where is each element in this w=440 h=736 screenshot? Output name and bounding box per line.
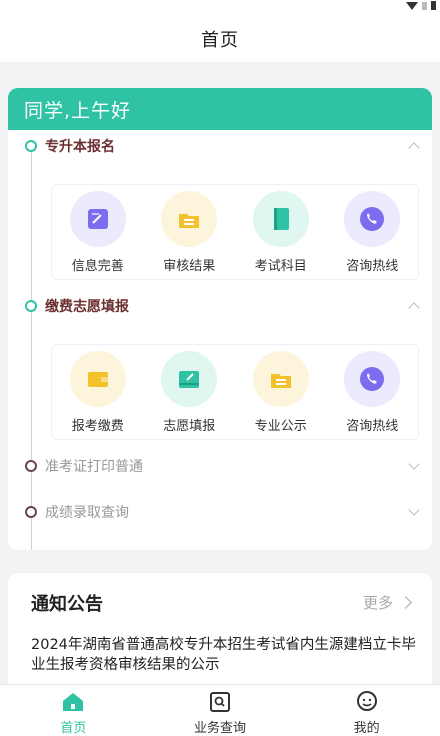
- tile-hotline[interactable]: 咨询热线: [332, 190, 412, 274]
- payment-panel: 报考缴费 志愿填报 专业公示 咨询热线: [51, 344, 419, 440]
- tile-hotline-2[interactable]: 咨询热线: [332, 350, 412, 434]
- top-nav: 首页: [0, 16, 440, 62]
- tab-mine[interactable]: 我的: [293, 685, 440, 736]
- page-title: 首页: [201, 30, 239, 51]
- application-card: 同学,上午好 专升本报名 信息完善 审核结果 考试科目 咨询热线 缴费志愿填报 …: [8, 88, 432, 550]
- section-header-admission-ticket[interactable]: 准考证打印普通: [8, 452, 432, 480]
- status-bar: [0, 0, 440, 16]
- section-label: 缴费志愿填报: [45, 299, 129, 315]
- wallet-icon: [69, 350, 126, 407]
- section-label: 专升本报名: [45, 139, 115, 155]
- section-header-registration[interactable]: 专升本报名: [8, 132, 432, 160]
- timeline-dot: [25, 140, 37, 152]
- book-icon: [252, 190, 309, 247]
- folder-icon: [252, 350, 309, 407]
- phone-icon: [344, 190, 401, 247]
- section-header-score-query[interactable]: 成绩录取查询: [8, 498, 432, 526]
- timeline-dot: [25, 300, 37, 312]
- tab-label: 我的: [353, 721, 380, 736]
- home-icon: [60, 691, 86, 713]
- timeline-line: [31, 150, 32, 550]
- signal-icon: [422, 1, 427, 10]
- more-link[interactable]: 更多: [362, 592, 412, 613]
- tile-major-announce[interactable]: 专业公示: [241, 350, 321, 434]
- tile-label: 报考缴费: [71, 418, 124, 434]
- chevron-down-icon[interactable]: [408, 458, 420, 470]
- tile-label: 专业公示: [254, 418, 307, 434]
- greeting-banner: 同学,上午好: [8, 88, 432, 130]
- search-box-icon: [207, 691, 233, 713]
- section-label: 准考证打印普通: [45, 459, 143, 475]
- tile-fee-payment[interactable]: 报考缴费: [58, 350, 138, 434]
- wifi-icon: [406, 1, 418, 10]
- notice-card: 通知公告 更多 2024年湖南省普通高校专升本招生考试省内生源建档立卡毕业生报考…: [8, 573, 432, 693]
- tile-info-complete[interactable]: 信息完善: [58, 190, 138, 274]
- tile-label: 咨询热线: [346, 258, 399, 274]
- chevron-up-icon[interactable]: [408, 142, 420, 154]
- tile-review-result[interactable]: 审核结果: [149, 190, 229, 274]
- timeline-dot: [25, 460, 37, 472]
- tile-label: 审核结果: [163, 258, 216, 274]
- bottom-tab-bar: 首页 业务查询 我的: [0, 684, 440, 736]
- chevron-down-icon[interactable]: [408, 504, 420, 516]
- smiley-icon: [354, 691, 380, 713]
- chevron-up-icon[interactable]: [408, 302, 420, 314]
- tile-volunteer-fill[interactable]: 志愿填报: [149, 350, 229, 434]
- tab-business-query[interactable]: 业务查询: [147, 685, 294, 736]
- status-icons: [406, 1, 436, 10]
- chevron-right-icon: [399, 596, 412, 609]
- notice-title: 通知公告: [31, 594, 103, 615]
- tab-home[interactable]: 首页: [0, 685, 147, 736]
- battery-icon: [431, 1, 436, 10]
- tab-label: 业务查询: [194, 721, 247, 736]
- section-header-payment[interactable]: 缴费志愿填报: [8, 292, 432, 320]
- phone-icon: [344, 350, 401, 407]
- tab-label: 首页: [60, 721, 87, 736]
- notice-item[interactable]: 2024年湖南省普通高校专升本招生考试省内生源建档立卡毕业生报考资格审核结果的公…: [31, 635, 421, 675]
- more-label: 更多: [362, 594, 393, 612]
- registration-panel: 信息完善 审核结果 考试科目 咨询热线: [51, 184, 419, 280]
- tile-label: 信息完善: [71, 258, 124, 274]
- folder-icon: [161, 190, 218, 247]
- section-label: 成绩录取查询: [45, 505, 129, 521]
- tile-label: 考试科目: [254, 258, 307, 274]
- tile-label: 志愿填报: [163, 418, 216, 434]
- tile-exam-subjects[interactable]: 考试科目: [241, 190, 321, 274]
- inbox-edit-icon: [161, 350, 218, 407]
- edit-form-icon: [69, 190, 126, 247]
- timeline-dot: [25, 506, 37, 518]
- tile-label: 咨询热线: [346, 418, 399, 434]
